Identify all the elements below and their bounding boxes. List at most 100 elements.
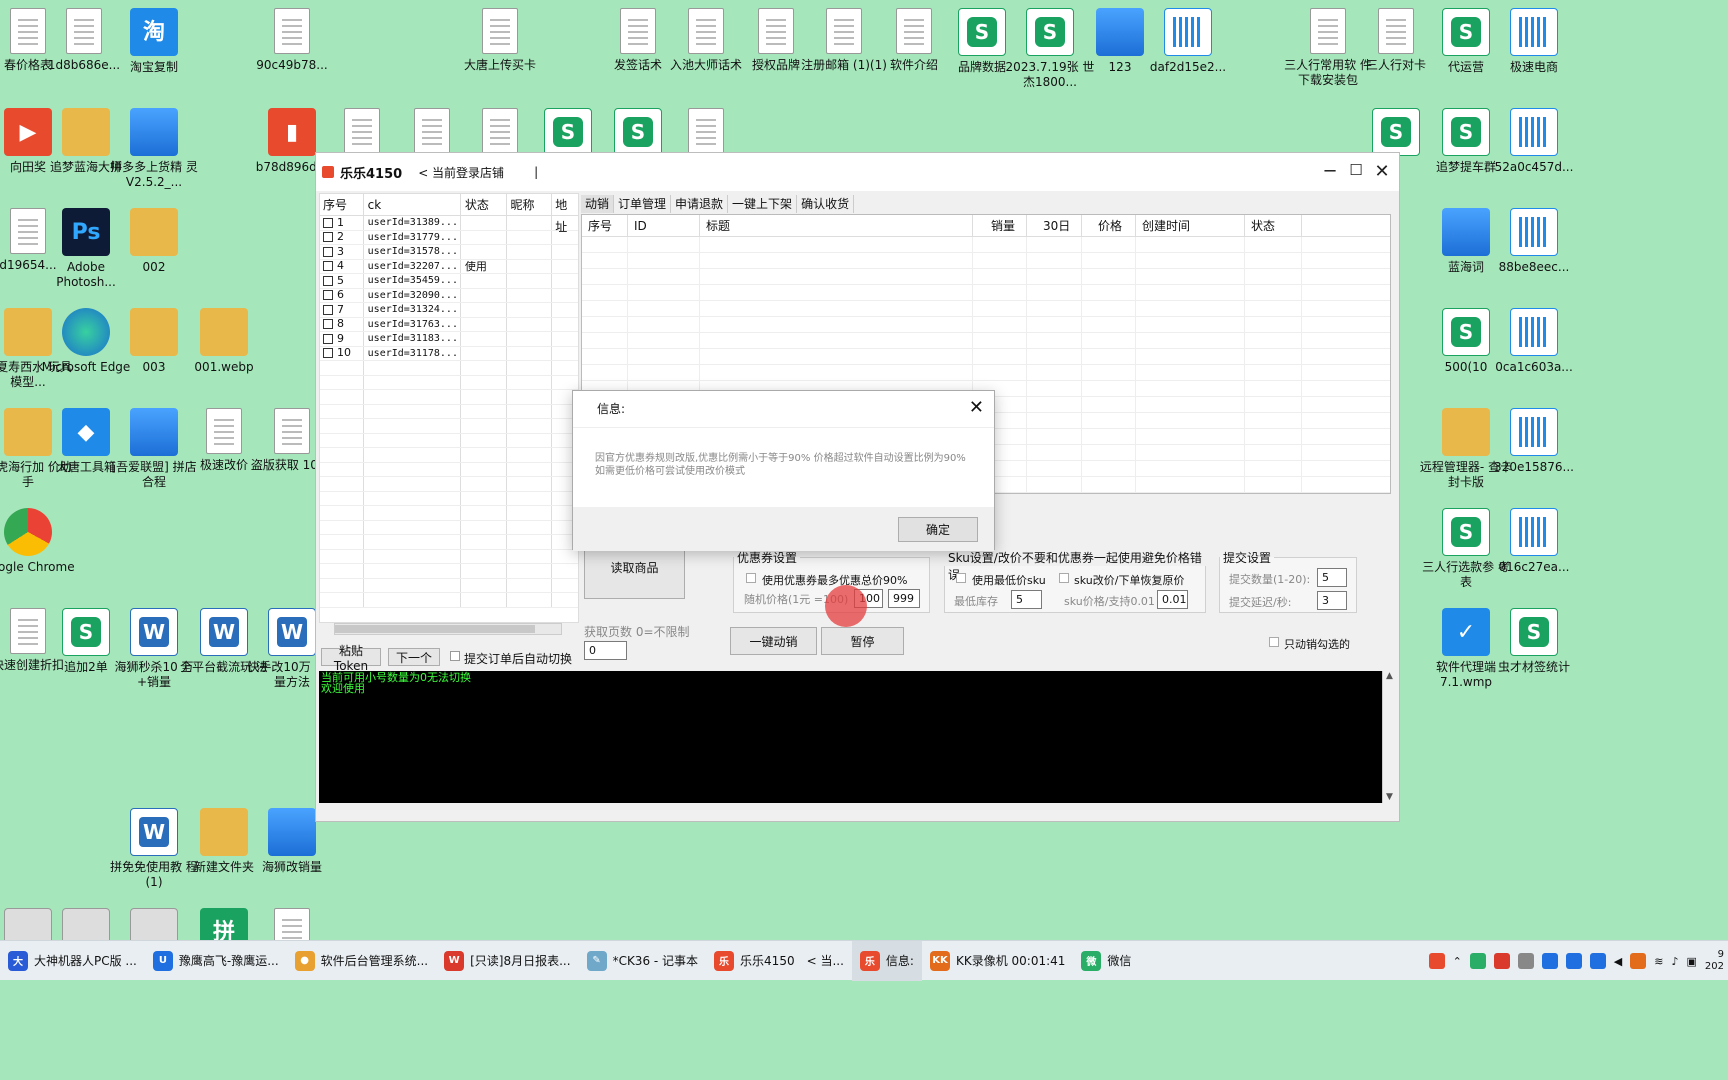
close-button[interactable]: ✕: [1371, 161, 1393, 182]
min-stock-input[interactable]: 5: [1011, 590, 1042, 609]
table-row[interactable]: [582, 237, 1390, 253]
volume-icon[interactable]: ♪: [1671, 955, 1678, 968]
desktop-icon[interactable]: S 虫才材签统计: [1486, 608, 1582, 675]
dialog-close-button[interactable]: ✕: [969, 397, 984, 418]
use-coupon-checkbox[interactable]: [746, 573, 756, 583]
taskbar-item[interactable]: 乐乐乐4150 < 当...: [706, 941, 852, 981]
app-tray-icon[interactable]: [1630, 953, 1647, 969]
app-tray-icon[interactable]: [1517, 953, 1534, 969]
table-row[interactable]: [320, 506, 578, 521]
table-row[interactable]: 8 userId=31763...: [320, 317, 578, 332]
col-header-30days[interactable]: 30日: [1027, 215, 1082, 236]
table-row[interactable]: [320, 462, 578, 477]
table-row[interactable]: [320, 375, 578, 390]
col-header-index[interactable]: 序号: [582, 215, 628, 236]
row-checkbox[interactable]: [323, 348, 333, 359]
table-row[interactable]: 9 userId=31183...: [320, 332, 578, 347]
desktop-icon[interactable]: Google Chrome: [0, 508, 76, 575]
desktop-icon[interactable]: 90c49b78...: [244, 8, 340, 73]
table-row[interactable]: [582, 285, 1390, 301]
table-row[interactable]: [582, 349, 1390, 365]
table-row[interactable]: [320, 390, 578, 405]
table-row[interactable]: [320, 520, 578, 535]
table-row[interactable]: 5 userId=35459...: [320, 274, 578, 289]
table-row[interactable]: [582, 269, 1390, 285]
table-row[interactable]: [582, 301, 1390, 317]
scrollbar-thumb[interactable]: [335, 625, 535, 633]
col-header-title[interactable]: 标题: [700, 215, 973, 236]
col-header-ck[interactable]: ck: [364, 194, 461, 215]
taskbar-item[interactable]: U 豫鹰高飞-豫鹰运...: [145, 941, 287, 981]
table-row[interactable]: [320, 593, 578, 608]
table-row[interactable]: [320, 477, 578, 492]
row-checkbox[interactable]: [323, 333, 333, 344]
table-row[interactable]: 4 userId=32207... 使用: [320, 259, 578, 274]
table-row[interactable]: 6 userId=32090...: [320, 288, 578, 303]
scroll-up-icon[interactable]: ▲: [1383, 671, 1396, 682]
taskbar-item[interactable]: W [只读]8月日报表...: [436, 941, 578, 981]
table-row[interactable]: [320, 433, 578, 448]
sku-price-input[interactable]: 0.01: [1157, 590, 1188, 609]
app-tray-icon[interactable]: [1493, 953, 1510, 969]
app-tray-icon[interactable]: [1565, 953, 1582, 969]
paste-token-button[interactable]: 粘贴Token: [321, 644, 381, 673]
taskbar-item[interactable]: KK KK录像机 00:01:41: [922, 941, 1073, 981]
app-tray-icon[interactable]: [1589, 953, 1606, 969]
scroll-down-icon[interactable]: ▼: [1383, 792, 1396, 803]
tab-0[interactable]: 动销: [581, 195, 615, 213]
random-price-max-input[interactable]: 999: [888, 589, 920, 608]
desktop-icon[interactable]: daf2d15e2...: [1140, 8, 1236, 75]
desktop-icon[interactable]: 52a0c457d...: [1486, 108, 1582, 175]
table-row[interactable]: [582, 365, 1390, 381]
desktop-icon[interactable]: 001.webp: [176, 308, 272, 375]
col-header-index[interactable]: 序号: [320, 194, 364, 215]
tab-2[interactable]: 申请退款: [671, 195, 729, 213]
clock[interactable]: 9 202: [1705, 949, 1724, 973]
table-row[interactable]: [320, 578, 578, 593]
wifi-icon[interactable]: ≋: [1654, 955, 1663, 968]
table-row[interactable]: [582, 333, 1390, 349]
table-row[interactable]: [320, 448, 578, 463]
table-row[interactable]: [320, 361, 578, 376]
speaker-icon[interactable]: ◀: [1614, 955, 1622, 968]
lowest-sku-checkbox[interactable]: [956, 573, 966, 583]
desktop-icon[interactable]: [658, 108, 754, 158]
col-header-nickname[interactable]: 昵称: [507, 194, 553, 215]
current-store-label[interactable]: < 当前登录店铺: [418, 164, 504, 181]
desktop-icon[interactable]: 极速电商: [1486, 8, 1582, 75]
row-checkbox[interactable]: [323, 261, 333, 272]
wechat-tray-icon[interactable]: [1469, 953, 1486, 969]
table-row[interactable]: 1 userId=31389...: [320, 216, 578, 231]
tab-3[interactable]: 一键上下架: [728, 195, 798, 213]
table-row[interactable]: 3 userId=31578...: [320, 245, 578, 260]
row-checkbox[interactable]: [323, 232, 333, 243]
restore-price-checkbox[interactable]: [1059, 573, 1069, 583]
table-row[interactable]: 2 userId=31779...: [320, 230, 578, 245]
maximize-button[interactable]: ☐: [1345, 161, 1367, 179]
col-header-price[interactable]: 价格: [1082, 215, 1136, 236]
table-row[interactable]: [320, 404, 578, 419]
log-console[interactable]: 当前可用小号数量为0无法切换 欢迎使用 ▲ ▼: [319, 671, 1396, 803]
only-checked-checkbox[interactable]: [1269, 637, 1279, 647]
minimize-button[interactable]: ─: [1319, 161, 1341, 182]
desktop-icon[interactable]: 淘淘宝复制: [106, 8, 202, 75]
row-checkbox[interactable]: [323, 319, 333, 330]
submit-delay-input[interactable]: 3: [1317, 591, 1347, 610]
taskbar-item[interactable]: 微微信: [1073, 941, 1139, 981]
next-button[interactable]: 下一个: [388, 648, 440, 666]
desktop-icon[interactable]: 拼多多上货精 灵V2.5.2_...: [106, 108, 202, 190]
taskbar-item[interactable]: ● 软件后台管理系统...: [287, 941, 436, 981]
table-row[interactable]: 7 userId=31324...: [320, 303, 578, 318]
col-header-created[interactable]: 创建时间: [1136, 215, 1245, 236]
taskbar-item[interactable]: 乐信息:: [851, 940, 922, 981]
desktop-icon[interactable]: 320e15876...: [1486, 408, 1582, 475]
table-row[interactable]: [582, 253, 1390, 269]
row-checkbox[interactable]: [323, 275, 333, 286]
tab-1[interactable]: 订单管理: [614, 195, 672, 213]
desktop-icon[interactable]: 大唐上传买卡: [452, 8, 548, 73]
tab-4[interactable]: 确认收货: [797, 195, 855, 213]
row-checkbox[interactable]: [323, 246, 333, 257]
app-tray-icon[interactable]: [1541, 953, 1558, 969]
col-header-status[interactable]: 状态: [1245, 215, 1302, 236]
table-row[interactable]: [320, 549, 578, 564]
